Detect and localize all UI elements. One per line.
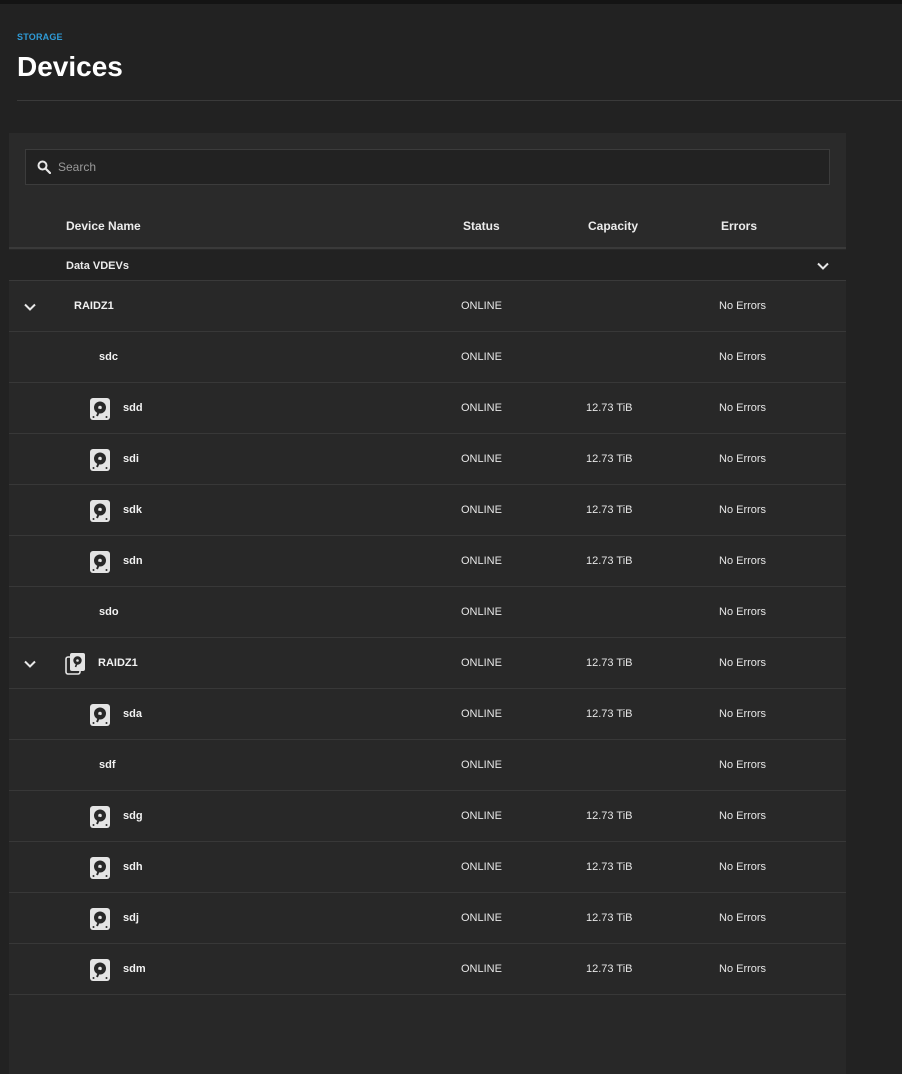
vdev-row[interactable]: RAIDZ1 ONLINE No Errors bbox=[9, 281, 846, 332]
device-errors: No Errors bbox=[719, 861, 767, 873]
column-header-status[interactable]: Status bbox=[463, 219, 500, 233]
disk-row[interactable]: sdf ONLINE No Errors bbox=[9, 740, 846, 791]
device-errors: No Errors bbox=[719, 504, 767, 516]
device-status: ONLINE bbox=[461, 453, 502, 465]
device-status: ONLINE bbox=[461, 657, 502, 669]
device-status: ONLINE bbox=[461, 555, 502, 567]
device-status: ONLINE bbox=[461, 810, 502, 822]
title-divider bbox=[17, 100, 902, 101]
chevron-down-icon[interactable] bbox=[23, 300, 37, 314]
column-header-device-name[interactable]: Device Name bbox=[66, 219, 141, 233]
device-status: ONLINE bbox=[461, 708, 502, 720]
device-name: sdj bbox=[123, 912, 139, 924]
device-status: ONLINE bbox=[461, 606, 502, 618]
vdev-row[interactable]: RAIDZ1 ONLINE 12.73 TiB No Errors bbox=[9, 638, 846, 689]
hdd-icon bbox=[89, 856, 111, 880]
search-area bbox=[9, 133, 846, 201]
disk-row[interactable]: sda ONLINE 12.73 TiB No Errors bbox=[9, 689, 846, 740]
device-status: ONLINE bbox=[461, 351, 502, 363]
disk-row[interactable]: sdk ONLINE 12.73 TiB No Errors bbox=[9, 485, 846, 536]
disk-row[interactable]: sdo ONLINE No Errors bbox=[9, 587, 846, 638]
device-capacity: 12.73 TiB bbox=[586, 912, 633, 924]
device-capacity: 12.73 TiB bbox=[586, 708, 633, 720]
device-capacity: 12.73 TiB bbox=[586, 453, 633, 465]
device-capacity: 12.73 TiB bbox=[586, 657, 633, 669]
hdd-icon bbox=[89, 550, 111, 574]
hdd-icon bbox=[89, 805, 111, 829]
device-capacity: 12.73 TiB bbox=[586, 963, 633, 975]
column-header-errors[interactable]: Errors bbox=[721, 219, 757, 233]
device-errors: No Errors bbox=[719, 402, 767, 414]
hdd-icon bbox=[89, 397, 111, 421]
vdev-stack-icon bbox=[64, 652, 86, 676]
device-errors: No Errors bbox=[719, 810, 767, 822]
device-name: sdg bbox=[123, 810, 143, 822]
device-name: RAIDZ1 bbox=[98, 657, 138, 669]
device-name: sdd bbox=[123, 402, 143, 414]
disk-row[interactable]: sdj ONLINE 12.73 TiB No Errors bbox=[9, 893, 846, 944]
disk-row[interactable]: sdg ONLINE 12.73 TiB No Errors bbox=[9, 791, 846, 842]
device-capacity: 12.73 TiB bbox=[586, 555, 633, 567]
page-title: Devices bbox=[17, 51, 123, 82]
hdd-icon bbox=[89, 907, 111, 931]
device-name: RAIDZ1 bbox=[74, 300, 114, 312]
table-header: Device Name Status Capacity Errors bbox=[9, 201, 846, 249]
search-icon bbox=[37, 160, 51, 174]
device-errors: No Errors bbox=[719, 606, 767, 618]
device-name: sdh bbox=[123, 861, 143, 873]
disk-row[interactable]: sdd ONLINE 12.73 TiB No Errors bbox=[9, 383, 846, 434]
chevron-down-icon[interactable] bbox=[23, 657, 37, 671]
device-rows: RAIDZ1 ONLINE No Errors sdc ONLINE No Errors s… bbox=[9, 281, 846, 995]
disk-row[interactable]: sdc ONLINE No Errors bbox=[9, 332, 846, 383]
disk-row[interactable]: sdn ONLINE 12.73 TiB No Errors bbox=[9, 536, 846, 587]
devices-card: Device Name Status Capacity Errors Data … bbox=[9, 133, 846, 1074]
device-name: sdk bbox=[123, 504, 142, 516]
search-input[interactable] bbox=[58, 150, 818, 184]
device-errors: No Errors bbox=[719, 453, 767, 465]
device-errors: No Errors bbox=[719, 657, 767, 669]
device-capacity: 12.73 TiB bbox=[586, 861, 633, 873]
device-status: ONLINE bbox=[461, 402, 502, 414]
search-box[interactable] bbox=[25, 149, 830, 185]
hdd-icon bbox=[89, 448, 111, 472]
device-capacity: 12.73 TiB bbox=[586, 810, 633, 822]
device-errors: No Errors bbox=[719, 708, 767, 720]
device-name: sdn bbox=[123, 555, 143, 567]
device-status: ONLINE bbox=[461, 861, 502, 873]
device-capacity: 12.73 TiB bbox=[586, 504, 633, 516]
hdd-icon bbox=[89, 958, 111, 982]
device-name: sdc bbox=[99, 351, 118, 363]
breadcrumb[interactable]: STORAGE bbox=[17, 32, 63, 42]
device-status: ONLINE bbox=[461, 912, 502, 924]
disk-row[interactable]: sdi ONLINE 12.73 TiB No Errors bbox=[9, 434, 846, 485]
top-bar bbox=[0, 0, 902, 4]
device-errors: No Errors bbox=[719, 351, 767, 363]
device-status: ONLINE bbox=[461, 759, 502, 771]
device-name: sdf bbox=[99, 759, 116, 771]
group-label: Data VDEVs bbox=[66, 260, 129, 272]
disk-row[interactable]: sdh ONLINE 12.73 TiB No Errors bbox=[9, 842, 846, 893]
column-header-capacity[interactable]: Capacity bbox=[588, 219, 638, 233]
device-name: sdm bbox=[123, 963, 146, 975]
device-errors: No Errors bbox=[719, 555, 767, 567]
chevron-down-icon[interactable] bbox=[816, 259, 830, 273]
hdd-icon bbox=[89, 499, 111, 523]
group-row-data-vdevs[interactable]: Data VDEVs bbox=[9, 250, 846, 281]
device-errors: No Errors bbox=[719, 912, 767, 924]
device-status: ONLINE bbox=[461, 300, 502, 312]
device-errors: No Errors bbox=[719, 963, 767, 975]
device-status: ONLINE bbox=[461, 504, 502, 516]
device-errors: No Errors bbox=[719, 300, 767, 312]
device-name: sdi bbox=[123, 453, 139, 465]
disk-row[interactable]: sdm ONLINE 12.73 TiB No Errors bbox=[9, 944, 846, 995]
device-errors: No Errors bbox=[719, 759, 767, 771]
hdd-icon bbox=[89, 703, 111, 727]
device-capacity: 12.73 TiB bbox=[586, 402, 633, 414]
device-status: ONLINE bbox=[461, 963, 502, 975]
device-name: sdo bbox=[99, 606, 119, 618]
device-name: sda bbox=[123, 708, 142, 720]
